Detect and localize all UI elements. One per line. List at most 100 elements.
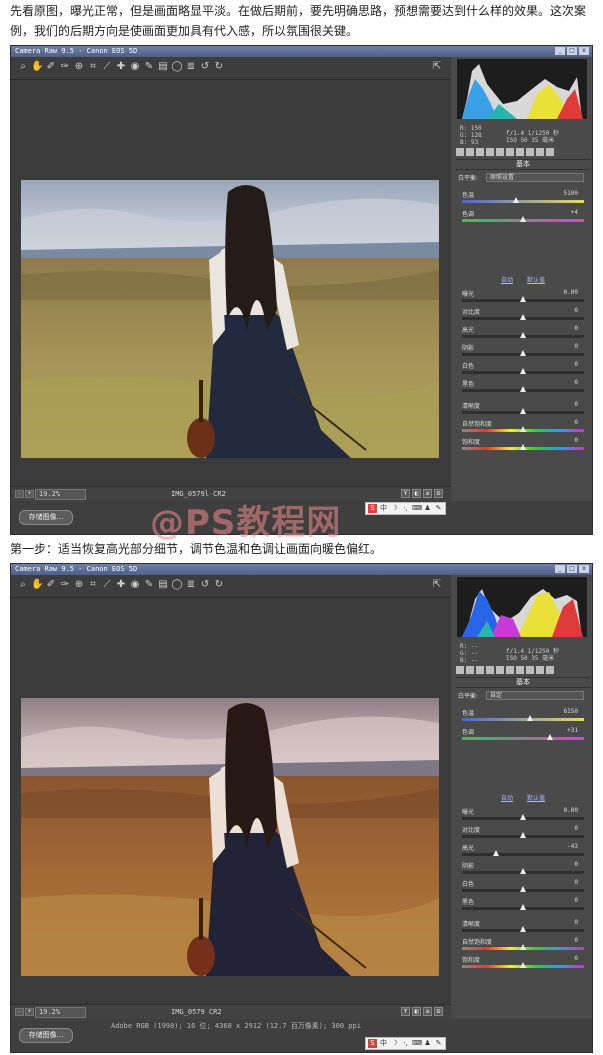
rotate-left-icon[interactable]: ↺ [199, 579, 211, 591]
hsl-tab-icon[interactable] [486, 148, 494, 156]
slider-handle[interactable] [520, 426, 526, 432]
tools-icon[interactable]: ✎ [434, 504, 443, 513]
auto-link[interactable]: 自动 [501, 795, 513, 802]
adjustment-brush-icon[interactable]: ✎ [143, 61, 155, 73]
close-button[interactable]: x [579, 565, 589, 573]
white-balance-select[interactable]: 自定 [486, 691, 584, 700]
radial-filter-icon[interactable]: ◯ [171, 61, 183, 73]
toggle-button[interactable]: ⊡ [434, 489, 443, 498]
auto-link[interactable]: 自动 [501, 277, 513, 284]
sogou-icon[interactable]: S [368, 504, 377, 513]
crop-icon[interactable]: ⌗ [87, 61, 99, 73]
slider-handle[interactable] [512, 197, 519, 203]
zoom-out-button[interactable]: - [15, 1008, 24, 1016]
adjustment-brush-icon[interactable]: ✎ [143, 579, 155, 591]
slider-value[interactable]: 0 [574, 437, 578, 444]
slider-handle[interactable] [520, 368, 526, 374]
basic-tab-icon[interactable] [456, 666, 464, 674]
slider-value[interactable]: 0 [574, 361, 578, 368]
chinese-mode-icon[interactable]: 中 [379, 504, 388, 513]
snapshots-tab-icon[interactable] [546, 666, 554, 674]
preferences-icon[interactable]: ≣ [185, 579, 197, 591]
target-adjust-icon[interactable]: ⊕ [73, 61, 85, 73]
slider-value[interactable]: 0 [574, 379, 578, 386]
effects-tab-icon[interactable] [516, 666, 524, 674]
slider-value[interactable]: 6150 [564, 708, 578, 715]
red-eye-icon[interactable]: ◉ [129, 579, 141, 591]
color-sampler-icon[interactable]: ✑ [59, 579, 71, 591]
keyboard-icon[interactable]: ⌨ [412, 1039, 422, 1048]
save-image-button[interactable]: 存储图像... [19, 510, 73, 525]
moon-icon[interactable]: ☽ [390, 504, 399, 513]
graduated-filter-icon[interactable]: ▤ [157, 61, 169, 73]
before-after-y-button[interactable]: Y [401, 1007, 410, 1016]
zoom-out-button[interactable]: - [15, 490, 24, 498]
keyboard-icon[interactable]: ⌨ [412, 504, 422, 513]
presets-tab-icon[interactable] [536, 148, 544, 156]
copy-settings-button[interactable]: ≡ [423, 489, 432, 498]
snapshots-tab-icon[interactable] [546, 148, 554, 156]
copy-settings-button[interactable]: ≡ [423, 1007, 432, 1016]
camera-tab-icon[interactable] [526, 666, 534, 674]
color-sampler-icon[interactable]: ✑ [59, 61, 71, 73]
slider-value[interactable]: 0 [574, 897, 578, 904]
tools-icon[interactable]: ✎ [434, 1039, 443, 1048]
slider-value[interactable]: 0 [574, 343, 578, 350]
slider-track[interactable] [462, 737, 584, 740]
camera-tab-icon[interactable] [526, 148, 534, 156]
fullscreen-icon[interactable]: ⇱ [431, 579, 443, 591]
split-toning-tab-icon[interactable] [496, 148, 504, 156]
slider-value[interactable]: 5100 [564, 190, 578, 197]
slider-handle[interactable] [520, 332, 526, 338]
lens-tab-icon[interactable] [506, 666, 514, 674]
toggle-button[interactable]: ⊡ [434, 1007, 443, 1016]
slider-handle[interactable] [546, 734, 553, 740]
slider-handle[interactable] [520, 444, 526, 450]
slider-handle[interactable] [520, 926, 526, 932]
white-balance-icon[interactable]: ✐ [45, 61, 57, 73]
skin-icon[interactable]: ♟ [423, 504, 432, 513]
detail-tab-icon[interactable] [476, 148, 484, 156]
slider-handle[interactable] [493, 850, 500, 856]
detail-tab-icon[interactable] [476, 666, 484, 674]
hsl-tab-icon[interactable] [486, 666, 494, 674]
fullscreen-icon[interactable]: ⇱ [431, 61, 443, 73]
minimize-button[interactable]: _ [555, 47, 565, 55]
white-balance-select[interactable]: 原照设置 [486, 173, 584, 182]
effects-tab-icon[interactable] [516, 148, 524, 156]
slider-track[interactable] [462, 200, 584, 203]
slider-handle[interactable] [520, 314, 526, 320]
slider-handle[interactable] [520, 408, 526, 414]
rotate-right-icon[interactable]: ↻ [213, 61, 225, 73]
slider-value[interactable]: 0 [574, 919, 578, 926]
tone-curve-tab-icon[interactable] [466, 666, 474, 674]
slider-handle[interactable] [520, 814, 526, 820]
hand-icon[interactable]: ✋ [31, 579, 43, 591]
slider-handle[interactable] [520, 886, 526, 892]
basic-tab-icon[interactable] [456, 148, 464, 156]
before-after-y-button[interactable]: Y [401, 489, 410, 498]
zoom-icon[interactable]: ⌕ [17, 61, 29, 73]
slider-value[interactable]: 0.00 [564, 289, 578, 296]
radial-filter-icon[interactable]: ◯ [171, 579, 183, 591]
straighten-icon[interactable]: ⟋ [101, 579, 113, 591]
slider-handle[interactable] [520, 350, 526, 356]
slider-handle[interactable] [527, 715, 534, 721]
default-link[interactable]: 默认值 [527, 795, 545, 802]
slider-value[interactable]: 0.00 [564, 807, 578, 814]
slider-value[interactable]: -43 [567, 843, 578, 850]
slider-value[interactable]: +4 [571, 209, 578, 216]
punctuation-icon[interactable]: ·, [401, 504, 410, 513]
swap-button[interactable]: ◧ [412, 489, 421, 498]
maximize-button[interactable]: □ [567, 565, 577, 573]
slider-handle[interactable] [520, 296, 526, 302]
zoom-level[interactable]: 19.2% [35, 489, 86, 500]
punctuation-icon[interactable]: ·, [401, 1039, 410, 1048]
white-balance-icon[interactable]: ✐ [45, 579, 57, 591]
slider-value[interactable]: 0 [574, 325, 578, 332]
moon-icon[interactable]: ☽ [390, 1039, 399, 1048]
hand-icon[interactable]: ✋ [31, 61, 43, 73]
slider-value[interactable]: 0 [574, 937, 578, 944]
default-link[interactable]: 默认值 [527, 277, 545, 284]
slider-value[interactable]: 0 [574, 419, 578, 426]
